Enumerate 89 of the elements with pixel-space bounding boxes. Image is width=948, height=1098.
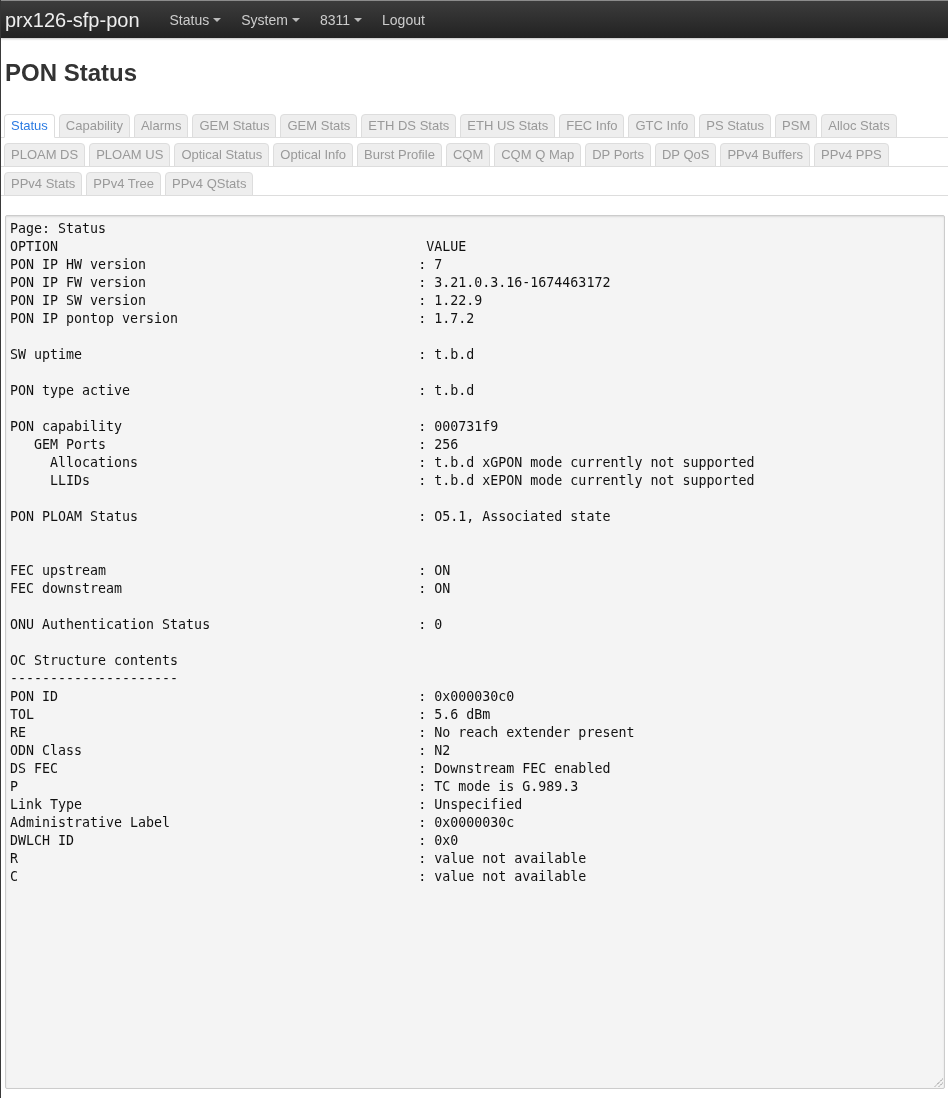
option-label: TOL [10,706,35,724]
resize-handle-icon[interactable] [934,1078,943,1087]
tab[interactable]: PPv4 Stats [4,172,83,196]
dashed-rule: --------------------- [10,670,179,688]
column-header: OPTION [10,238,59,256]
option-label: DS FEC [10,760,59,778]
option-label: PON capability [10,418,123,436]
option-label: PON IP SW version [10,292,147,310]
option-label: PON IP HW version [10,256,147,274]
nav-dropdown[interactable]: Status [159,1,232,38]
page-title: PON Status [5,60,138,86]
option-label: R [10,850,18,868]
tab[interactable]: GEM Stats [280,114,358,138]
option-label: PON IP pontop version [10,310,179,328]
nav-dropdown[interactable]: 8311 [309,1,373,38]
tab[interactable]: PPv4 PPS [814,143,889,167]
tab[interactable]: Burst Profile [357,143,442,167]
option-value: : O5.1, Associated state [418,508,611,526]
nav-link[interactable]: Logout [372,1,435,38]
section-heading: OC Structure contents [10,652,179,670]
tab[interactable]: GTC Info [628,114,696,138]
option-value: : No reach extender present [418,724,635,742]
tab[interactable]: PPv4 Tree [86,172,161,196]
column-header: VALUE [426,238,467,256]
tab[interactable]: CQM [445,143,491,167]
tab[interactable]: Optical Status [174,143,270,167]
option-value: : 0x000030c0 [418,688,515,706]
option-value: : 1.22.9 [418,292,483,310]
option-label: P [10,778,18,796]
option-label: FEC downstream [10,580,123,598]
output-text-area[interactable] [5,215,945,1089]
option-value: : N2 [418,742,451,760]
option-value: : 1.7.2 [418,310,475,328]
option-label: PON IP FW version [10,274,147,292]
option-label: Link Type [10,796,83,814]
tab[interactable]: ETH US Stats [460,114,556,138]
option-value: : t.b.d [418,346,475,364]
option-value: : 000731f9 [418,418,499,436]
option-label: Administrative Label [10,814,171,832]
tab[interactable]: PSM [775,114,818,138]
tab[interactable]: PPv4 QStats [165,172,254,196]
option-label: SW uptime [10,346,83,364]
option-value: : t.b.d xEPON mode currently not supported [418,472,755,490]
brand-name[interactable]: prx126-sfp-pon [5,7,140,32]
option-value: : 7 [418,256,443,274]
tab[interactable]: PLOAM US [89,143,171,167]
option-label: C [10,868,18,886]
page-label: Page: Status [10,220,107,238]
option-label: ODN Class [10,742,83,760]
option-label: FEC upstream [10,562,107,580]
option-label: DWLCH ID [10,832,75,850]
option-value: : Downstream FEC enabled [418,760,611,778]
option-label: PON PLOAM Status [10,508,139,526]
option-value: : TC mode is G.989.3 [418,778,579,796]
tab[interactable]: ETH DS Stats [361,114,457,138]
tab[interactable]: Status [4,114,55,138]
tab[interactable]: Alloc Stats [821,114,897,138]
option-label: ONU Authentication Status [10,616,211,634]
option-value: : 3.21.0.3.16-1674463172 [418,274,611,292]
tab[interactable]: DP Ports [585,143,651,167]
option-label: Allocations [50,454,139,472]
option-value: : 256 [418,436,459,454]
tab[interactable]: CQM Q Map [494,143,582,167]
option-value: : Unspecified [418,796,523,814]
tab[interactable]: Capability [58,114,130,138]
option-value: : t.b.d [418,382,475,400]
tab[interactable]: DP QoS [655,143,717,167]
option-label: GEM Ports [34,436,107,454]
tab[interactable]: PS Status [699,114,772,138]
option-value: : 0 [418,616,443,634]
option-value: : ON [418,580,451,598]
tab[interactable]: Optical Info [273,143,354,167]
tab[interactable]: FEC Info [559,114,625,138]
tab[interactable]: PLOAM DS [4,143,86,167]
option-label: LLIDs [50,472,91,490]
option-label: PON ID [10,688,59,706]
nav-dropdown[interactable]: System [231,1,310,38]
tab[interactable]: Alarms [133,114,189,138]
option-label: PON type active [10,382,131,400]
option-value: : value not available [418,868,587,886]
option-value: : 0x0000030c [418,814,515,832]
tab[interactable]: GEM Status [192,114,277,138]
option-value: : t.b.d xGPON mode currently not supported [418,454,755,472]
option-value: : 5.6 dBm [418,706,491,724]
option-value: : value not available [418,850,587,868]
option-label: RE [10,724,26,742]
option-value: : 0x0 [418,832,459,850]
option-value: : ON [418,562,451,580]
tab[interactable]: PPv4 Buffers [720,143,811,167]
